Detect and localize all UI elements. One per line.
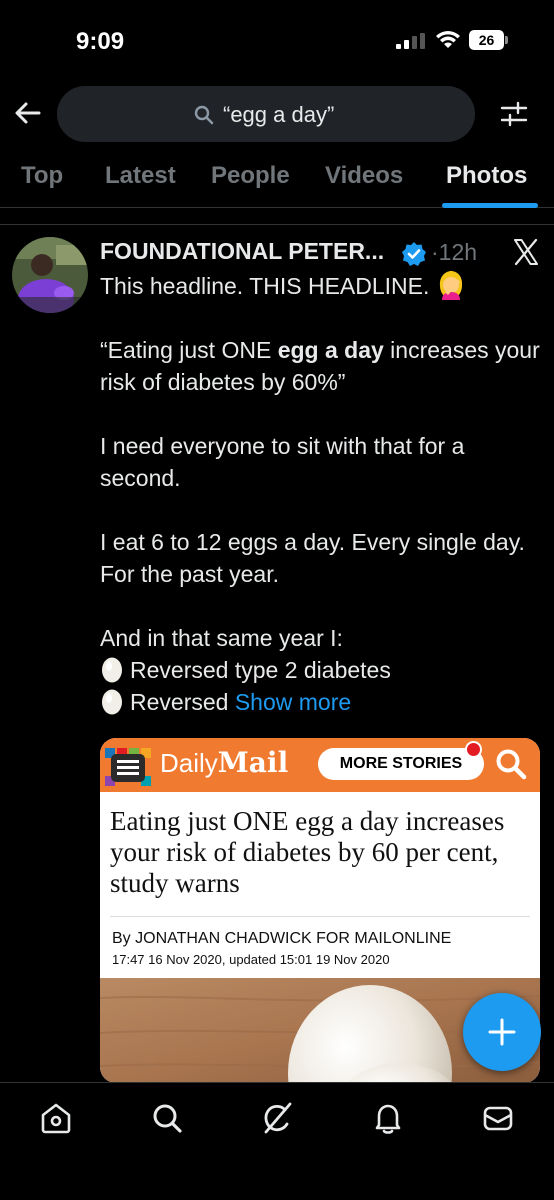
tweet-quote: “Eating just ONE egg a day increases you… [100, 337, 540, 395]
tab-latest[interactable]: Latest [105, 162, 176, 190]
dailymail-header: DailyMail MORE STORIES [100, 738, 540, 792]
article-date: 17:47 16 Nov 2020, updated 15:01 19 Nov … [112, 952, 390, 967]
divider [0, 224, 554, 225]
avatar[interactable] [12, 237, 88, 313]
home-icon[interactable] [39, 1101, 73, 1135]
menu-icon [105, 748, 151, 786]
tweet-paragraph-4: I eat 6 to 12 eggs a day. Every single d… [100, 529, 525, 587]
search-icon [496, 749, 527, 780]
search-query: “egg a day” [223, 102, 335, 127]
more-stories-button: MORE STORIES [318, 748, 484, 780]
filter-icon[interactable] [500, 100, 528, 128]
verified-badge-icon [402, 242, 426, 266]
back-arrow-icon[interactable] [13, 98, 43, 128]
tweet-paragraph-5: And in that same year I: [100, 625, 343, 651]
battery-icon: 26 [469, 30, 509, 50]
facepalm-emoji-icon [439, 271, 462, 300]
tweet-timestamp: ·12h [431, 239, 478, 265]
battery-level: 26 [469, 30, 504, 50]
tweet-header: FOUNDATIONAL PETER... ·12h [100, 238, 540, 272]
tab-photos[interactable]: Photos [446, 162, 527, 190]
wifi-icon [436, 31, 460, 48]
compose-button[interactable] [463, 993, 541, 1071]
grok-icon[interactable] [260, 1101, 294, 1135]
search-tabs: Top Latest People Videos Photos [0, 150, 554, 208]
tweet-text: This headline. THIS HEADLINE. “Eating ju… [100, 270, 540, 718]
bullet-1: Reversed type 2 diabetes [100, 654, 540, 686]
egg-icon [102, 657, 122, 683]
tweet-paragraph-3: I need everyone to sit with that for a s… [100, 433, 465, 491]
tweet-line-1: This headline. THIS HEADLINE. [100, 273, 430, 299]
compose-plus-icon [488, 1018, 516, 1046]
divider [110, 916, 530, 917]
tab-top[interactable]: Top [21, 162, 63, 190]
active-tab-indicator [442, 203, 538, 208]
egg-icon [102, 689, 122, 715]
x-logo-icon[interactable] [512, 238, 540, 266]
search-icon [194, 105, 214, 125]
status-bar: 9:09 26 [0, 0, 554, 84]
tab-videos[interactable]: Videos [325, 162, 403, 190]
bottom-nav [0, 1082, 554, 1200]
status-time: 9:09 [76, 28, 125, 55]
cellular-signal-icon [396, 33, 425, 49]
show-more-link[interactable]: Show more [235, 689, 351, 715]
article-byline: By JONATHAN CHADWICK FOR MAILONLINE [112, 930, 452, 947]
bullet-2: Reversed Show more [100, 686, 540, 718]
notifications-icon[interactable] [371, 1101, 405, 1135]
messages-icon[interactable] [481, 1101, 515, 1135]
tab-people[interactable]: People [211, 162, 290, 190]
search-nav-icon[interactable] [150, 1101, 184, 1135]
dailymail-logo: DailyMail [160, 746, 289, 779]
author-name[interactable]: FOUNDATIONAL PETER... [100, 238, 384, 265]
notification-dot [465, 741, 482, 758]
search-input[interactable]: “egg a day” [57, 86, 475, 142]
search-header: “egg a day” [0, 84, 554, 146]
article-headline: Eating just ONE egg a day increases your… [110, 806, 505, 898]
